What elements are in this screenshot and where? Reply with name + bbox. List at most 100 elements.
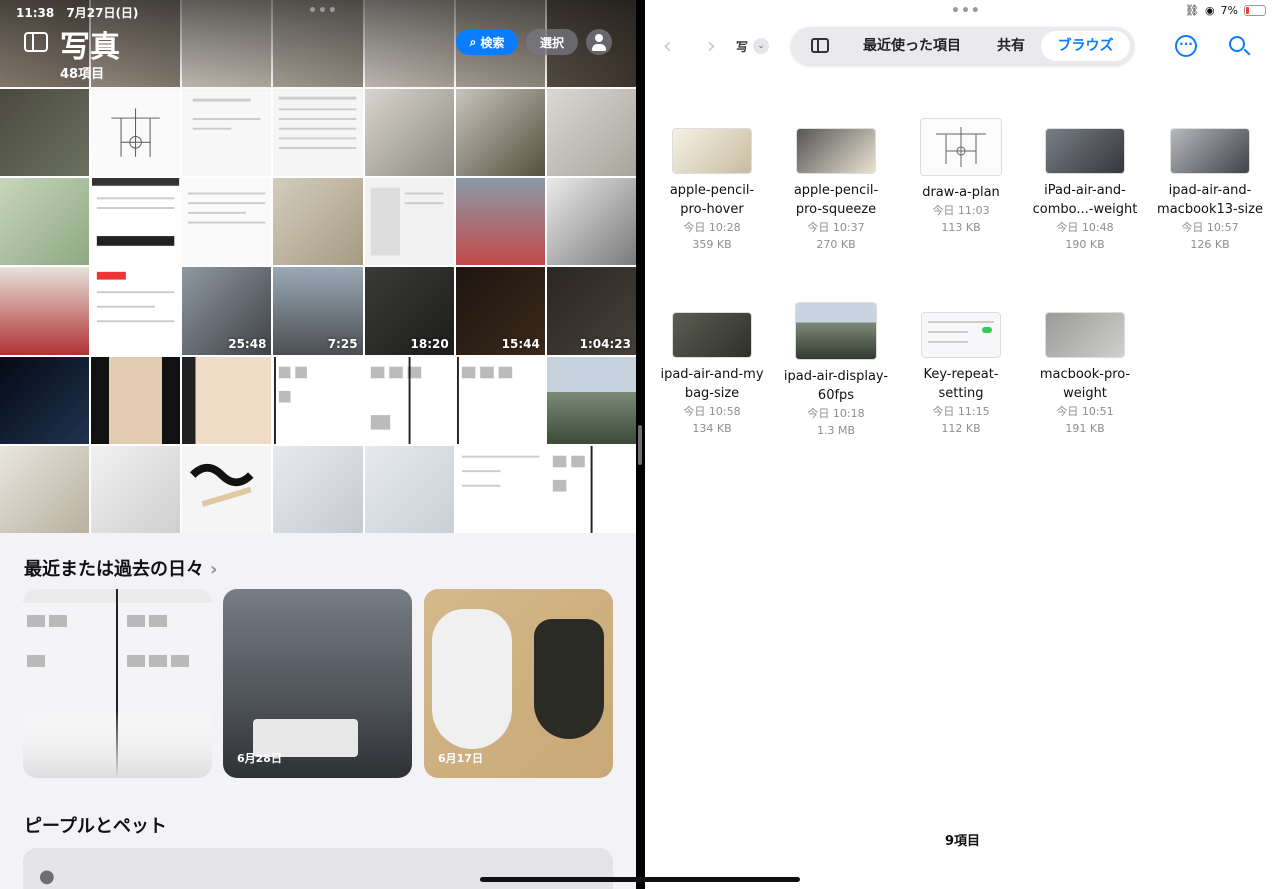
photo-thumbnail[interactable] xyxy=(0,267,90,355)
file-date: 今日 10:48 xyxy=(1056,221,1114,234)
video-thumbnail[interactable]: 25:48 xyxy=(182,267,272,355)
photo-thumbnail[interactable] xyxy=(91,178,181,266)
search-button[interactable]: ⌕ 検索 xyxy=(456,29,518,55)
more-options-icon[interactable]: ··· xyxy=(1175,35,1197,57)
file-item[interactable]: draw-a-plan 今日 11:03 113 KB xyxy=(906,119,1016,236)
photo-thumbnail[interactable] xyxy=(0,178,90,266)
sidebar-toggle-icon[interactable] xyxy=(24,32,48,52)
memory-bag-shape xyxy=(432,609,512,749)
photo-thumbnail[interactable] xyxy=(91,267,181,355)
file-name: ipad-air-and-macbook13-size xyxy=(1157,183,1263,217)
recent-days-heading[interactable]: 最近または過去の日々 › xyxy=(24,555,217,581)
photo-thumbnail[interactable] xyxy=(0,89,90,177)
people-pets-heading[interactable]: ピープルとペット xyxy=(24,812,167,838)
search-button-label: 検索 xyxy=(480,35,505,50)
memory-date: 6月17日 xyxy=(438,752,483,765)
file-item[interactable]: apple-pencil-pro-squeeze 今日 10:37 270 KB xyxy=(781,129,891,253)
memory-card-preview xyxy=(23,589,212,778)
file-thumbnail xyxy=(921,119,1001,175)
tab-shared[interactable]: 共有 xyxy=(981,31,1041,61)
file-item[interactable]: ipad-air-and-my bag-size 今日 10:58 134 KB xyxy=(657,313,767,437)
file-date: 今日 10:58 xyxy=(683,405,741,418)
search-icon: ⌕ xyxy=(469,34,477,49)
back-arrow-icon[interactable]: ‹ xyxy=(663,34,672,59)
split-view-divider[interactable] xyxy=(636,0,645,889)
video-duration: 15:44 xyxy=(501,336,540,351)
photos-app: 25:48 7:25 18:20 15:44 1:04:23 11:38 7月2… xyxy=(0,0,636,889)
video-thumbnail[interactable]: 15:44 xyxy=(455,267,545,355)
tab-bar: 最近使った項目 共有 ブラウズ xyxy=(791,27,1134,65)
file-size: 359 KB xyxy=(692,238,732,251)
photo-thumbnail[interactable] xyxy=(0,356,90,444)
photo-thumbnail[interactable] xyxy=(364,89,454,177)
file-item[interactable]: ipad-air-and-macbook13-size 今日 10:57 126… xyxy=(1155,129,1265,253)
photo-thumbnail[interactable] xyxy=(546,356,636,444)
photo-thumbnail[interactable] xyxy=(273,356,363,444)
file-thumbnail xyxy=(1046,313,1124,357)
status-bar-left: 11:38 7月27日(日) xyxy=(16,4,146,21)
photo-thumbnail[interactable] xyxy=(182,89,272,177)
photo-thumbnail[interactable] xyxy=(455,89,545,177)
files-app: ••• ⛓ ◉ 7% ‹ › 写 ⌄ 最近使った項目 共有 ブラウズ ··· a… xyxy=(645,0,1280,889)
forward-arrow-icon[interactable]: › xyxy=(707,34,716,59)
people-pets-card[interactable]: ● xyxy=(23,848,613,889)
photo-thumbnail[interactable] xyxy=(273,89,363,177)
photo-thumbnail[interactable] xyxy=(182,178,272,266)
item-count: 48項目 xyxy=(60,67,105,82)
battery-percent: 7% xyxy=(1220,4,1238,17)
photo-thumbnail[interactable] xyxy=(182,0,272,88)
memory-card[interactable]: 6月17日 xyxy=(424,589,613,778)
photo-thumbnail[interactable] xyxy=(182,356,272,444)
recent-days-title: 最近または過去の日々 xyxy=(24,559,204,580)
multitasking-dots-icon[interactable]: ••• xyxy=(951,3,981,19)
photo-thumbnail[interactable] xyxy=(546,178,636,266)
person-icon: ● xyxy=(39,866,55,887)
video-duration: 18:20 xyxy=(410,336,449,351)
file-item[interactable]: Key-repeat-setting 今日 11:15 112 KB xyxy=(906,313,1016,437)
photo-thumbnail[interactable] xyxy=(364,445,454,533)
file-date: 今日 10:28 xyxy=(683,221,741,234)
tab-browse[interactable]: ブラウズ xyxy=(1041,31,1130,61)
photo-thumbnail[interactable] xyxy=(364,0,454,88)
photo-thumbnail[interactable] xyxy=(455,356,545,444)
tab-recents[interactable]: 最近使った項目 xyxy=(851,31,973,61)
memory-card[interactable]: 6月28日 xyxy=(223,589,412,778)
photo-thumbnail[interactable] xyxy=(91,89,181,177)
photo-thumbnail[interactable] xyxy=(273,445,363,533)
photo-thumbnail[interactable] xyxy=(546,445,636,533)
select-button[interactable]: 選択 xyxy=(526,29,578,55)
file-item[interactable]: ipad-air-display-60fps 今日 10:18 1.3 MB xyxy=(781,303,891,439)
profile-avatar-icon[interactable] xyxy=(586,29,612,55)
photo-thumbnail[interactable] xyxy=(91,356,181,444)
photo-thumbnail[interactable] xyxy=(455,445,545,533)
photo-thumbnail[interactable] xyxy=(182,445,272,533)
home-indicator[interactable] xyxy=(480,877,800,882)
photo-thumbnail[interactable] xyxy=(364,178,454,266)
file-date: 今日 10:37 xyxy=(807,221,865,234)
sidebar-toggle-icon[interactable] xyxy=(811,38,829,53)
file-date: 今日 10:51 xyxy=(1056,405,1114,418)
photo-thumbnail[interactable] xyxy=(546,89,636,177)
divider-handle[interactable] xyxy=(638,425,642,465)
chevron-down-icon[interactable]: ⌄ xyxy=(753,38,769,54)
video-thumbnail[interactable]: 7:25 xyxy=(273,267,363,355)
file-thumbnail xyxy=(1171,129,1249,173)
file-size: 126 KB xyxy=(1190,238,1230,251)
photo-thumbnail[interactable] xyxy=(273,178,363,266)
file-thumbnail xyxy=(1046,129,1124,173)
photo-thumbnail[interactable] xyxy=(455,178,545,266)
location-title[interactable]: 写 xyxy=(736,38,748,55)
multitasking-dots-icon[interactable]: ••• xyxy=(308,3,338,19)
file-thumbnail xyxy=(922,313,1000,357)
file-item[interactable]: apple-pencil-pro-hover 今日 10:28 359 KB xyxy=(657,129,767,253)
video-duration: 7:25 xyxy=(327,336,358,351)
photo-thumbnail[interactable] xyxy=(0,445,90,533)
file-item[interactable]: macbook-pro-weight 今日 10:51 191 KB xyxy=(1030,313,1140,437)
memory-card[interactable] xyxy=(23,589,212,778)
video-thumbnail[interactable]: 1:04:23 xyxy=(546,267,636,355)
video-thumbnail[interactable]: 18:20 xyxy=(364,267,454,355)
photo-thumbnail[interactable] xyxy=(91,445,181,533)
photo-thumbnail[interactable] xyxy=(364,356,454,444)
search-icon[interactable] xyxy=(1229,36,1245,52)
file-item[interactable]: iPad-air-and-combo...-weight 今日 10:48 19… xyxy=(1030,129,1140,253)
